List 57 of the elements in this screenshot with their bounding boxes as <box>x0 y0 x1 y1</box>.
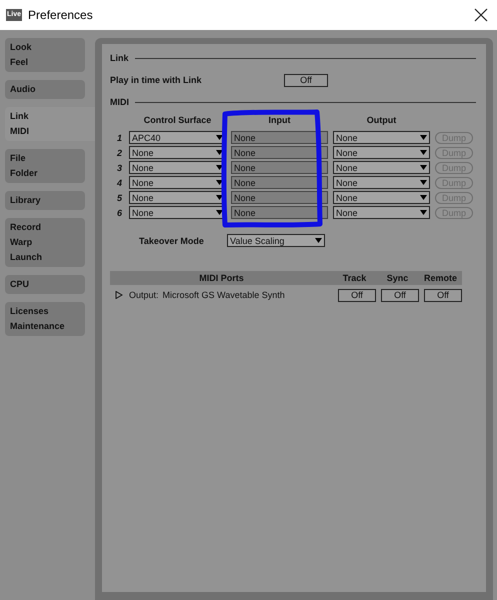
caret-icon <box>420 135 427 140</box>
output-dropdown[interactable]: None <box>333 146 430 159</box>
track-toggle[interactable]: Off <box>338 288 376 302</box>
sidebar-tab[interactable]: Record Warp Launch <box>5 218 85 267</box>
sidebar-tab[interactable]: Licenses Maintenance <box>5 302 85 336</box>
input-dropdown[interactable]: None <box>231 161 328 174</box>
row-number: 2 <box>116 148 123 158</box>
row-number: 1 <box>116 132 123 142</box>
input-dropdown[interactable]: None <box>231 176 328 189</box>
row-number: 5 <box>116 192 123 202</box>
output-dropdown[interactable]: None <box>333 161 430 174</box>
input-dropdown[interactable]: None <box>231 146 328 159</box>
row-number: 4 <box>116 178 123 188</box>
input-dropdown[interactable]: None <box>231 191 328 204</box>
port-name: Microsoft GS Wavetable Synth <box>162 290 286 300</box>
column-header: Input <box>268 115 292 127</box>
caret-icon <box>216 180 223 185</box>
table-header: MIDI Ports Track Sync Remote <box>110 271 462 285</box>
caret-icon <box>420 210 427 215</box>
column-header: Control Surface <box>142 115 212 127</box>
output-dropdown[interactable]: None <box>333 176 430 189</box>
output-dropdown[interactable]: None <box>333 206 430 219</box>
sync-toggle[interactable]: Off <box>381 288 419 302</box>
setting-label: Play in time with Link <box>110 75 203 85</box>
caret-icon <box>216 195 223 200</box>
caret-icon <box>216 210 223 215</box>
toggle-button[interactable]: Off <box>284 74 328 86</box>
caret-icon <box>216 165 223 170</box>
takeover-dropdown[interactable]: Value Scaling <box>227 234 325 247</box>
close-icon[interactable] <box>474 8 488 22</box>
caret-icon <box>420 195 427 200</box>
row-number: 3 <box>116 162 123 172</box>
column-header: Output <box>366 115 398 127</box>
caret-icon <box>420 165 427 170</box>
window-title: Preferences <box>28 8 93 22</box>
setting-label: Takeover Mode <box>139 236 205 246</box>
section-heading: Link <box>110 53 129 63</box>
output-dropdown[interactable]: None <box>333 131 430 144</box>
expand-icon[interactable] <box>115 291 123 299</box>
sidebar-tab[interactable]: Link MIDI <box>5 107 97 141</box>
caret-icon <box>420 150 427 155</box>
caret-icon <box>420 180 427 185</box>
output-dropdown[interactable]: None <box>333 191 430 204</box>
input-dropdown[interactable]: None <box>231 131 328 144</box>
caret-icon <box>315 238 322 243</box>
sidebar-tab[interactable]: File Folder <box>5 149 85 183</box>
caret-icon <box>216 135 223 140</box>
row-number: 6 <box>116 208 123 218</box>
sidebar-tab[interactable]: Audio <box>5 80 85 99</box>
input-dropdown[interactable]: None <box>231 206 328 219</box>
caret-icon <box>216 150 223 155</box>
section-heading: MIDI <box>110 97 129 107</box>
remote-toggle[interactable]: Off <box>424 288 462 302</box>
sidebar-tab[interactable]: Library <box>5 191 85 210</box>
sidebar-tab[interactable]: Look Feel <box>5 38 85 72</box>
port-label: Output: <box>129 290 159 300</box>
sidebar-tab[interactable]: CPU <box>5 275 85 294</box>
